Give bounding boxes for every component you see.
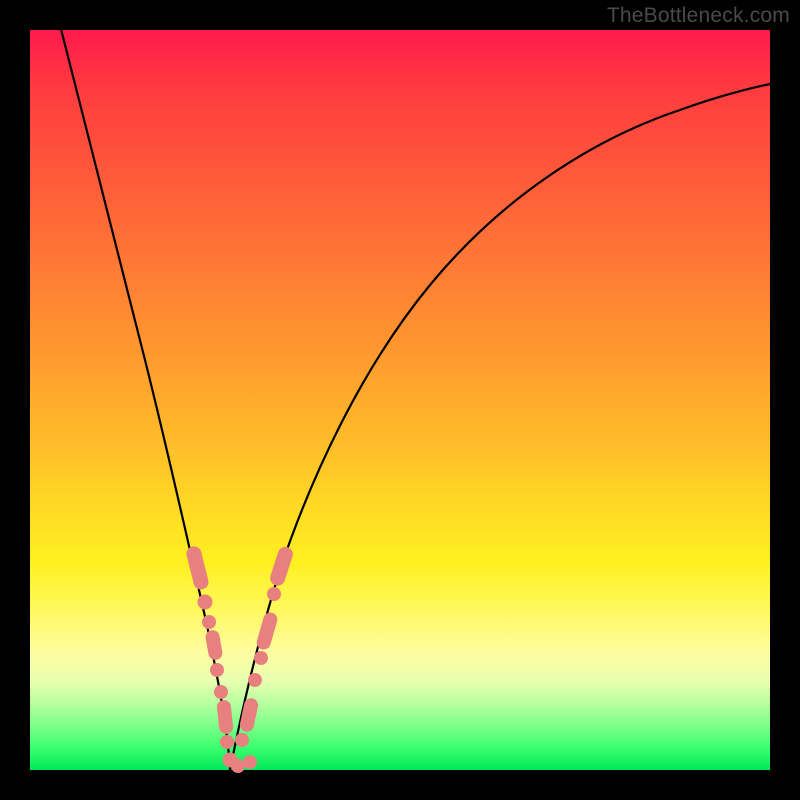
plot-area	[30, 30, 770, 770]
curve-layer	[30, 30, 770, 770]
curve-right-arm	[230, 83, 775, 770]
bead-cluster-left	[185, 545, 238, 768]
watermark-text: TheBottleneck.com	[607, 4, 790, 28]
chart-frame: TheBottleneck.com	[0, 0, 800, 800]
curve-left-arm	[60, 25, 230, 770]
bead-cluster-right	[235, 545, 295, 747]
